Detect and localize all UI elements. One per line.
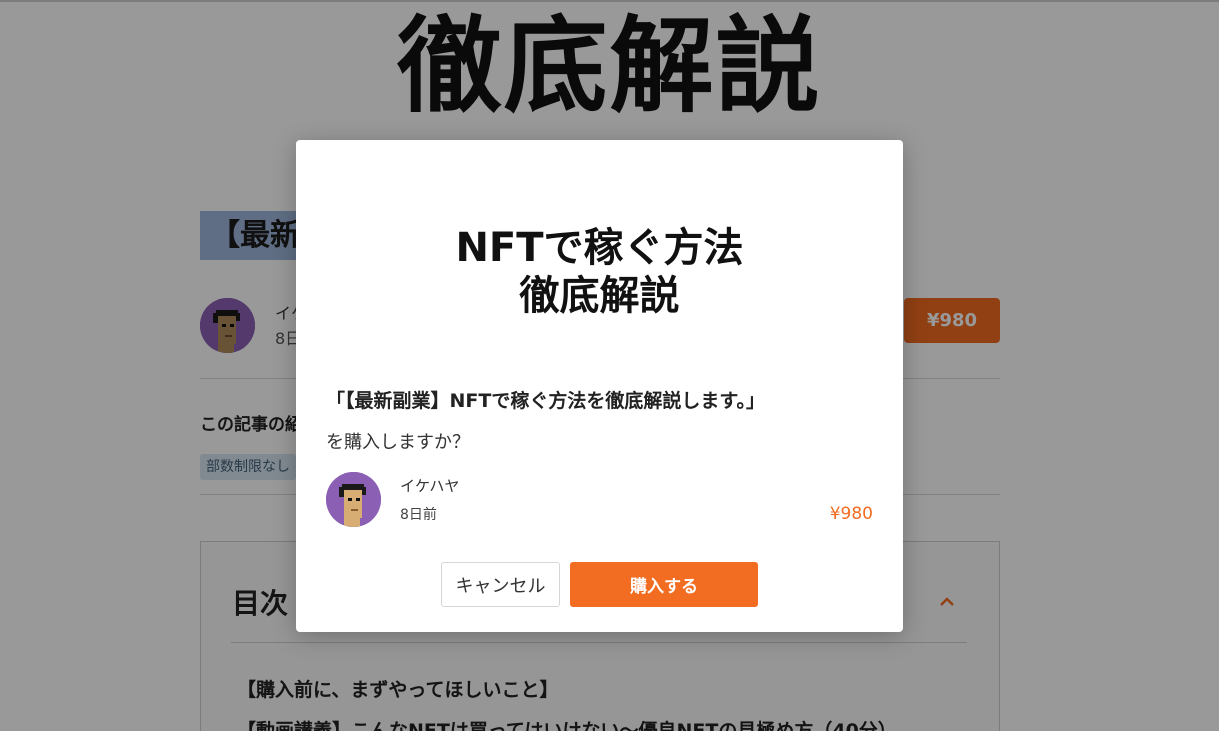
dialog-article-title: 「【最新副業】NFTで稼ぐ方法を徹底解説します。」 [326,390,765,412]
dialog-question: を購入しますか？ [326,432,470,453]
cover-title-line2: 徹底解説 [519,273,680,319]
pixel-avatar-icon [326,472,381,527]
cancel-button[interactable]: キャンセル [441,562,560,607]
note-article-page: 徹底解説 【最新 イケ 8日 ¥980 この記事の紹 部数制限なし 目次 る 【… [0,0,1219,731]
purchase-dialog: NFTで稼ぐ方法 徹底解説 「【最新副業】NFTで稼ぐ方法を徹底解説します。」 … [296,140,903,632]
dialog-author-name: イケハヤ [400,477,460,495]
cover-title: NFTで稼ぐ方法 徹底解説 [296,224,903,320]
purchase-button[interactable]: 購入する [570,562,758,607]
cover-title-line1: NFTで稼ぐ方法 [455,225,744,271]
dialog-author-avatar [326,472,381,527]
dialog-price: ¥980 [829,504,873,524]
dialog-author-date: 8日前 [400,507,437,523]
